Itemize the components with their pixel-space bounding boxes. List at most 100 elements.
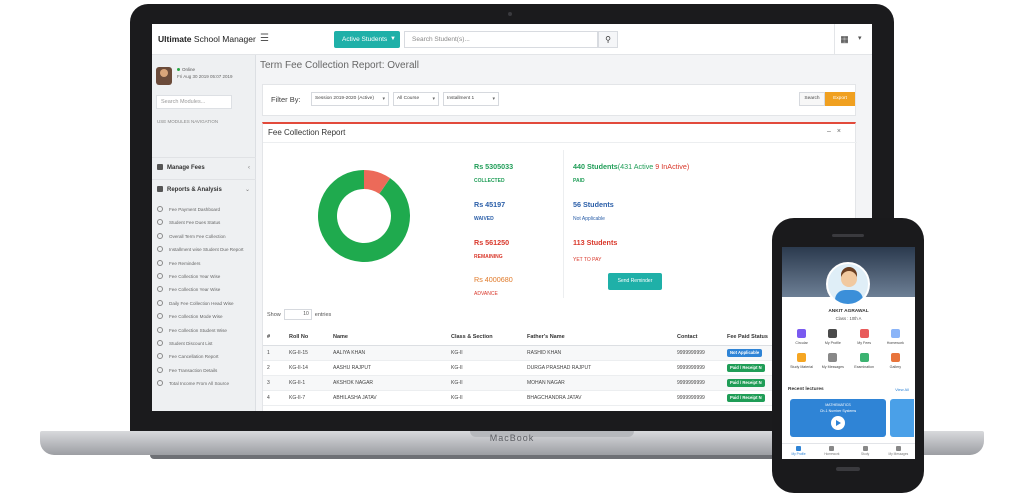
export-button[interactable]: Export	[825, 92, 855, 106]
student-name: AKSHOK NAGAR	[329, 375, 447, 391]
table-row[interactable]: 3 KG-II-1 AKSHOK NAGAR KG-II MOHAN NAGAR…	[263, 375, 857, 391]
column-header[interactable]: Roll No	[285, 329, 329, 346]
filter-bar: Filter By: Session 2019-2020 (Active) ▾ A…	[262, 84, 856, 116]
card-tools[interactable]: –×	[827, 128, 847, 135]
row-index: 2	[263, 360, 285, 376]
minimize-icon[interactable]: –	[827, 128, 837, 135]
status-badge[interactable]: Paid / Receipt N	[727, 363, 765, 372]
active-students-dropdown[interactable]: Active Students ▼	[334, 31, 400, 48]
play-icon[interactable]	[831, 416, 845, 430]
stat-not-applicable: 56 Students Not Applicable	[573, 200, 614, 222]
roll-no: KG-II-7	[285, 390, 329, 406]
father-name: BHAGCHANDRA JATAV	[523, 390, 673, 406]
tab-my-messages[interactable]: My Messages	[882, 444, 915, 459]
profile-icon	[828, 329, 838, 338]
avatar[interactable]	[156, 67, 172, 85]
sidebar-item[interactable]: Installment wise Student Due Report	[157, 243, 255, 256]
top-navbar: Ultimate School Manager ☰ Active Student…	[152, 24, 872, 55]
view-all-link[interactable]: View All	[895, 387, 909, 392]
active-students-label: Active Students	[342, 36, 388, 43]
yet-label: YET TO PAY	[573, 257, 602, 263]
column-header[interactable]: Father's Name	[523, 329, 673, 346]
stat-yet-to-pay: 113 Students YET TO PAY	[573, 238, 617, 263]
phone-home-indicator	[836, 467, 860, 471]
sidebar-item[interactable]: Fee Cancellation Report	[157, 350, 255, 363]
laptop-foot	[150, 455, 874, 459]
phone-screen: ANKIT AGRAWAL Class : 10th A Circular My…	[782, 247, 915, 459]
fees-icon	[157, 164, 163, 170]
study-material-icon	[797, 353, 807, 362]
sidebar-section-manage-fees[interactable]: Manage Fees ‹	[152, 157, 256, 177]
entries-select[interactable]: 10	[283, 309, 312, 320]
lecture-card[interactable]	[890, 399, 914, 437]
menu-item-gallery[interactable]: Gallery	[880, 353, 911, 369]
module-search-input[interactable]: Search Modules...	[156, 95, 232, 109]
sidebar-item[interactable]: Student Fee Dues Status	[157, 216, 255, 229]
sidebar-item[interactable]: Overall Term Fee Collection	[157, 230, 255, 243]
menu-label: Examination	[854, 365, 875, 369]
paid-label: PAID	[573, 178, 585, 184]
contact: 9999999999	[673, 360, 723, 376]
sidebar-item[interactable]: Fee Transaction Details	[157, 364, 255, 377]
menu-item-examination[interactable]: Examination	[849, 353, 880, 369]
sidebar-item[interactable]: Fee Collection Mode Wise	[157, 310, 255, 323]
sidebar-item[interactable]: Daily Fee Collection Head Wise	[157, 297, 255, 310]
stat-waived: Rs 45197 WAIVED	[474, 200, 505, 222]
sidebar-item[interactable]: Fee Collection Year Wise	[157, 270, 255, 283]
menu-item-circular[interactable]: Circular	[786, 329, 817, 345]
card-vertical-divider	[563, 150, 564, 298]
tab-my-profile[interactable]: My Profile	[782, 444, 815, 459]
remaining-label: REMAINING	[474, 254, 503, 260]
close-icon[interactable]: ×	[837, 128, 847, 135]
sidebar-item[interactable]: Fee Collection Year Wise	[157, 283, 255, 296]
column-header[interactable]: Class & Section	[447, 329, 523, 346]
father-name: RASHID KHAN	[523, 345, 673, 361]
sidebar-item[interactable]: Fee Reminders	[157, 257, 255, 270]
search-icon[interactable]: ⚲	[598, 31, 618, 48]
session-select[interactable]: Session 2019-2020 (Active) ▾	[311, 92, 389, 106]
filter-search-button[interactable]: Search	[799, 92, 825, 106]
menu-item-my-fees[interactable]: My Fees	[849, 329, 880, 345]
menu-item-study-material[interactable]: Study Material	[786, 353, 817, 369]
table-row[interactable]: 1 KG-II-15 AALIYA KHAN KG-II RASHID KHAN…	[263, 345, 857, 361]
sidebar-item[interactable]: Total Income From All Source	[157, 377, 255, 390]
paid-inactive: 9 InActive)	[653, 162, 690, 171]
sidebar-section-reports[interactable]: Reports & Analysis ⌄	[152, 179, 256, 199]
phone-menu-grid: Circular My Profile My Fees Homework Stu…	[786, 329, 911, 369]
column-header[interactable]: Name	[329, 329, 447, 346]
menu-item-my-profile[interactable]: My Profile	[817, 329, 848, 345]
menu-item-homework[interactable]: Homework	[880, 329, 911, 345]
app-brand[interactable]: Ultimate School Manager	[158, 34, 256, 44]
chevron-down-icon: ⌄	[244, 187, 250, 193]
installment-select[interactable]: Installment 1 ▾	[443, 92, 499, 106]
table-row[interactable]: 2 KG-II-14 AASHU RAJPUT KG-II DURGA PRAS…	[263, 360, 857, 376]
menu-item-my-messages[interactable]: My Messages	[817, 353, 848, 369]
hamburger-menu-icon[interactable]: ☰	[260, 33, 269, 44]
tab-study[interactable]: Study	[849, 444, 882, 459]
status-badge[interactable]: Paid / Receipt N	[727, 393, 765, 402]
fee-collection-card: Fee Collection Report –× Rs 5305033 COLL…	[262, 122, 857, 411]
student-search-input[interactable]: Search Student(s)...	[404, 31, 598, 48]
stat-collected: Rs 5305033 COLLECTED	[474, 162, 513, 184]
sidebar-item[interactable]: Student Discount List	[157, 337, 255, 350]
column-header[interactable]: #	[263, 329, 285, 346]
reports-submenu: Fee Payment Dashboard Student Fee Dues S…	[157, 203, 255, 390]
table-row[interactable]: 4 KG-II-7 ABHILASHA JATAV KG-II BHAGCHAN…	[263, 390, 857, 406]
sidebar-item[interactable]: Fee Collection Student Wise	[157, 324, 255, 337]
sidebar-item[interactable]: Fee Payment Dashboard	[157, 203, 255, 216]
status-badge: Not Applicable	[727, 348, 763, 357]
send-reminder-button[interactable]: Send Reminder	[608, 273, 662, 290]
apps-grid-icon[interactable]: ▦	[834, 24, 854, 55]
course-select[interactable]: All Course ▾	[393, 92, 439, 106]
user-menu-chevron-icon[interactable]: ▾	[858, 34, 862, 42]
status-badge[interactable]: Paid / Receipt N	[727, 378, 765, 387]
student-avatar[interactable]	[826, 262, 870, 306]
column-header[interactable]: Contact	[673, 329, 723, 346]
lecture-card[interactable]: MATHEMATICS Ch-1 Number Systems	[790, 399, 886, 437]
stat-paid-students: 440 Students(431 Active 9 InActive) PAID	[573, 162, 689, 184]
camera-icon	[508, 12, 512, 16]
contact: 9999999999	[673, 345, 723, 361]
tab-homework[interactable]: Homework	[815, 444, 848, 459]
yet-value: 113 Students	[573, 238, 618, 247]
collected-value: Rs 5305033	[474, 162, 514, 171]
